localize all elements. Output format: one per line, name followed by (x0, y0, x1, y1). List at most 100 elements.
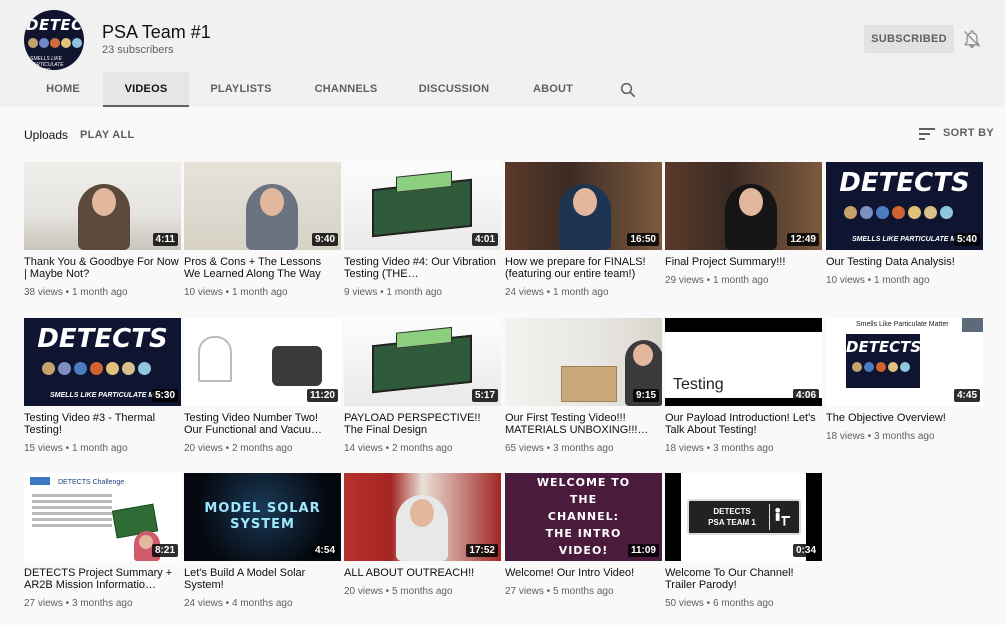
classroom-icon (769, 504, 791, 530)
video-title[interactable]: Let's Build A Model Solar System! (184, 567, 339, 591)
video-title[interactable]: Testing Video #3 - Thermal Testing! (24, 412, 179, 436)
video-meta: 27 views • 5 months ago (505, 586, 614, 597)
video-title[interactable]: PAYLOAD PERSPECTIVE!! The Final Design (344, 412, 499, 436)
duration-badge: 5:40 (953, 233, 980, 246)
video-thumbnail[interactable]: 16:50 (505, 162, 662, 250)
duration-badge: 4:06 (792, 389, 819, 402)
video-meta: 18 views • 3 months ago (665, 443, 774, 454)
video-card[interactable]: Smells Like Particulate Matter DETECTS 4… (826, 318, 983, 442)
video-thumbnail[interactable]: WELCOME TO THE CHANNEL: THE INTRO VIDEO!… (505, 473, 662, 561)
video-card[interactable]: WELCOME TO THE CHANNEL: THE INTRO VIDEO!… (505, 473, 662, 597)
tab-home[interactable]: HOME (23, 72, 103, 107)
video-thumbnail[interactable]: DETECTS Challenge 8:21 (24, 473, 181, 561)
video-meta: 24 views • 4 months ago (184, 598, 293, 609)
sign-graphic: DETECTS PSA TEAM 1 (687, 499, 801, 535)
video-card[interactable]: DETECTS SMELLS LIKE PARTICULATE MATT 5:3… (24, 318, 181, 454)
video-title[interactable]: Our Testing Data Analysis! (826, 256, 981, 268)
video-card[interactable]: 4:01 Testing Video #4: Our Vibration Tes… (344, 162, 501, 298)
detects-slide: DETECTS (846, 334, 922, 388)
video-thumbnail[interactable]: 4:01 (344, 162, 501, 250)
tab-channels[interactable]: CHANNELS (293, 72, 399, 107)
video-thumbnail[interactable]: DETECTS PSA TEAM 1 0:34 (665, 473, 822, 561)
duration-badge: 4:01 (471, 233, 498, 246)
video-card[interactable]: Testing 4:06 Our Payload Introduction! L… (665, 318, 822, 454)
detects-logo-text: DETECTS (846, 338, 922, 356)
planets-graphic (42, 362, 162, 376)
video-title[interactable]: Our Payload Introduction! Let's Talk Abo… (665, 412, 820, 436)
video-thumbnail[interactable]: DETECTS SMELLS LIKE PARTICULATE MATT 5:4… (826, 162, 983, 250)
duration-badge: 5:17 (471, 389, 498, 402)
tab-playlists[interactable]: PLAYLISTS (189, 72, 293, 107)
webcam-inset (962, 318, 983, 332)
video-title[interactable]: Pros & Cons + The Lessons We Learned Alo… (184, 256, 339, 280)
duration-badge: 4:54 (311, 544, 338, 557)
video-card[interactable]: DETECTS SMELLS LIKE PARTICULATE MATT 5:4… (826, 162, 983, 286)
duration-badge: 17:52 (466, 544, 498, 557)
duration-badge: 11:20 (306, 389, 338, 402)
play-all-button[interactable]: PLAY ALL (80, 129, 135, 141)
tab-about[interactable]: ABOUT (509, 72, 597, 107)
duration-badge: 11:09 (627, 544, 659, 557)
video-title[interactable]: Welcome To Our Channel! Trailer Parody! (665, 567, 820, 591)
channel-avatar[interactable]: DETECTS SMELLS LIKE PARTICULATE MATTER (24, 10, 84, 70)
video-thumbnail[interactable]: 9:15 (505, 318, 662, 406)
detects-logo-text: DETECTS (839, 168, 970, 198)
video-thumbnail[interactable]: 4:11 (24, 162, 181, 250)
video-card[interactable]: DETECTS Challenge 8:21 DETECTS Project S… (24, 473, 181, 609)
video-title[interactable]: Final Project Summary!!! (665, 256, 820, 268)
video-thumbnail[interactable]: 11:20 (184, 318, 341, 406)
video-card[interactable]: DETECTS PSA TEAM 1 0:34 Welcome To Our C… (665, 473, 822, 609)
video-title[interactable]: DETECTS Project Summary + AR2B Mission I… (24, 567, 179, 591)
video-thumbnail[interactable]: DETECTS SMELLS LIKE PARTICULATE MATT 5:3… (24, 318, 181, 406)
video-card[interactable]: 11:20 Testing Video Number Two! Our Func… (184, 318, 341, 454)
video-thumbnail[interactable]: Testing 4:06 (665, 318, 822, 406)
tab-discussion[interactable]: DISCUSSION (399, 72, 509, 107)
vacuum-pump-graphic (272, 346, 322, 386)
bell-off-icon[interactable] (962, 29, 982, 49)
video-meta: 15 views • 1 month ago (24, 443, 128, 454)
person-figure (559, 184, 611, 250)
duration-badge: 9:15 (632, 389, 659, 402)
video-title[interactable]: How we prepare for FINALS! (featuring ou… (505, 256, 660, 280)
video-title[interactable]: Our First Testing Video!!! MATERIALS UNB… (505, 412, 660, 436)
video-title[interactable]: ALL ABOUT OUTREACH!! (344, 567, 499, 579)
video-card[interactable]: 16:50 How we prepare for FINALS! (featur… (505, 162, 662, 298)
video-meta: 38 views • 1 month ago (24, 287, 128, 298)
thumb-caption: SYSTEM (230, 517, 295, 532)
video-card[interactable]: MODEL SOLAR SYSTEM 4:54 Let's Build A Mo… (184, 473, 341, 609)
duration-badge: 12:49 (787, 233, 819, 246)
subscribed-button[interactable]: SUBSCRIBED (864, 25, 954, 53)
video-title[interactable]: Testing Video #4: Our Vibration Testing … (344, 256, 499, 280)
detects-logo-text: DETECTS (37, 324, 168, 354)
video-card[interactable]: 4:11 Thank You & Goodbye For Now | Maybe… (24, 162, 181, 298)
avatar-subtext: SMELLS LIKE PARTICULATE MATTER (30, 56, 64, 70)
uploads-title: Uploads (24, 128, 69, 142)
video-card[interactable]: 17:52 ALL ABOUT OUTREACH!! 20 views • 5 … (344, 473, 501, 597)
payload-board (372, 170, 472, 238)
video-thumbnail[interactable]: 5:17 (344, 318, 501, 406)
video-card[interactable]: 9:40 Pros & Cons + The Lessons We Learne… (184, 162, 341, 298)
video-thumbnail[interactable]: MODEL SOLAR SYSTEM 4:54 (184, 473, 341, 561)
tab-videos[interactable]: VIDEOS (103, 72, 189, 107)
video-thumbnail[interactable]: 9:40 (184, 162, 341, 250)
video-meta: 65 views • 3 months ago (505, 443, 614, 454)
video-title[interactable]: Welcome! Our Intro Video! (505, 567, 660, 579)
video-card[interactable]: 9:15 Our First Testing Video!!! MATERIAL… (505, 318, 662, 454)
video-meta: 29 views • 1 month ago (665, 275, 769, 286)
video-title[interactable]: Thank You & Goodbye For Now | Maybe Not? (24, 256, 179, 280)
thumb-caption: DETECTS Challenge (58, 479, 125, 486)
video-card[interactable]: 12:49 Final Project Summary!!! 29 views … (665, 162, 822, 286)
search-icon[interactable] (619, 81, 637, 99)
video-thumbnail[interactable]: 17:52 (344, 473, 501, 561)
video-thumbnail[interactable]: Smells Like Particulate Matter DETECTS 4… (826, 318, 983, 406)
video-title[interactable]: Testing Video Number Two! Our Functional… (184, 412, 339, 436)
bell-jar-graphic (198, 336, 232, 382)
video-card[interactable]: 5:17 PAYLOAD PERSPECTIVE!! The Final Des… (344, 318, 501, 454)
sign-line: DETECTS (713, 507, 751, 516)
person-figure (725, 184, 777, 250)
sort-by-label: SORT BY (943, 127, 994, 139)
video-meta: 9 views • 1 month ago (344, 287, 442, 298)
video-title[interactable]: The Objective Overview! (826, 412, 981, 424)
sign-line: PSA TEAM 1 (708, 518, 756, 527)
video-thumbnail[interactable]: 12:49 (665, 162, 822, 250)
